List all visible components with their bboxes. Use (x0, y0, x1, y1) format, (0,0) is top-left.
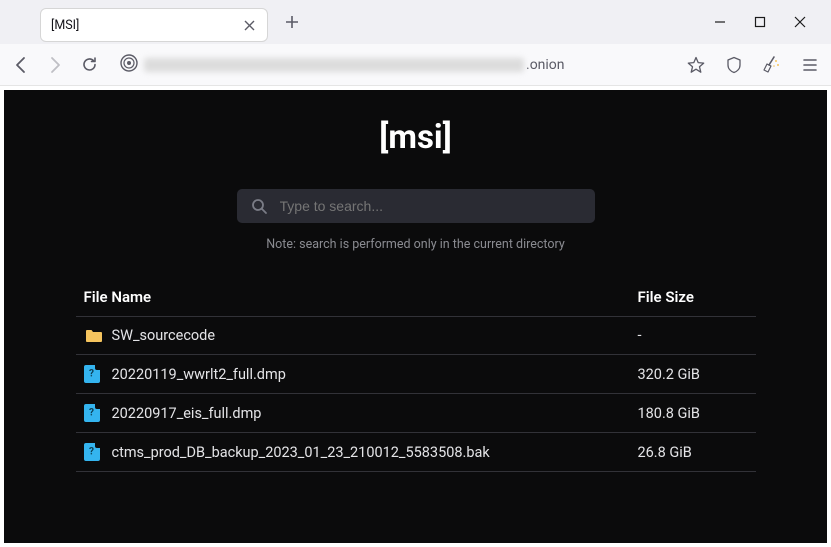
forward-button[interactable] (44, 54, 66, 76)
folder-icon (84, 328, 104, 343)
search-icon (251, 198, 268, 215)
navbar: .onion (0, 44, 831, 86)
search-box[interactable] (237, 189, 595, 223)
identity-broom-icon[interactable] (761, 54, 783, 76)
minimize-button[interactable] (709, 11, 731, 33)
file-icon (84, 443, 100, 461)
window-controls (709, 11, 825, 33)
url-bar[interactable]: .onion (112, 50, 665, 80)
file-size: 180.8 GiB (638, 405, 748, 422)
file-name: ctms_prod_DB_backup_2023_01_23_210012_55… (112, 444, 638, 461)
file-name: 20220119_wwrlt2_full.dmp (112, 366, 638, 383)
maximize-button[interactable] (749, 11, 771, 33)
table-header: File Name File Size (76, 288, 756, 316)
tab-title: [MSI] (51, 18, 241, 33)
menu-button[interactable] (799, 54, 821, 76)
titlebar: [MSI] (0, 0, 831, 44)
search-note: Note: search is performed only in the cu… (266, 237, 565, 252)
close-window-button[interactable] (789, 11, 811, 33)
file-icon (84, 365, 100, 383)
close-tab-button[interactable] (241, 17, 257, 33)
reload-button[interactable] (78, 54, 100, 76)
file-name: SW_sourcecode (112, 327, 638, 344)
search-input[interactable] (280, 198, 581, 214)
col-size-header: File Size (638, 288, 748, 306)
page-title: [msi] (379, 118, 452, 157)
table-row[interactable]: ctms_prod_DB_backup_2023_01_23_210012_55… (76, 432, 756, 472)
new-tab-button[interactable] (278, 8, 306, 36)
content-area: [msi] Note: search is performed only in … (0, 86, 831, 547)
table-row[interactable]: 20220917_eis_full.dmp180.8 GiB (76, 393, 756, 432)
table-row[interactable]: SW_sourcecode- (76, 316, 756, 354)
file-table: File Name File Size SW_sourcecode-202201… (76, 288, 756, 472)
file-size: - (638, 327, 748, 344)
file-size: 26.8 GiB (638, 444, 748, 461)
back-button[interactable] (10, 54, 32, 76)
file-size: 320.2 GiB (638, 366, 748, 383)
col-name-header: File Name (84, 288, 638, 306)
shield-icon[interactable] (723, 54, 745, 76)
bookmark-button[interactable] (685, 54, 707, 76)
file-name: 20220917_eis_full.dmp (112, 405, 638, 422)
url-text: .onion (144, 57, 565, 73)
onion-circuit-icon[interactable] (120, 54, 138, 76)
page-body: [msi] Note: search is performed only in … (4, 90, 827, 543)
browser-tab[interactable]: [MSI] (40, 8, 268, 42)
table-row[interactable]: 20220119_wwrlt2_full.dmp320.2 GiB (76, 354, 756, 393)
file-icon (84, 404, 100, 422)
